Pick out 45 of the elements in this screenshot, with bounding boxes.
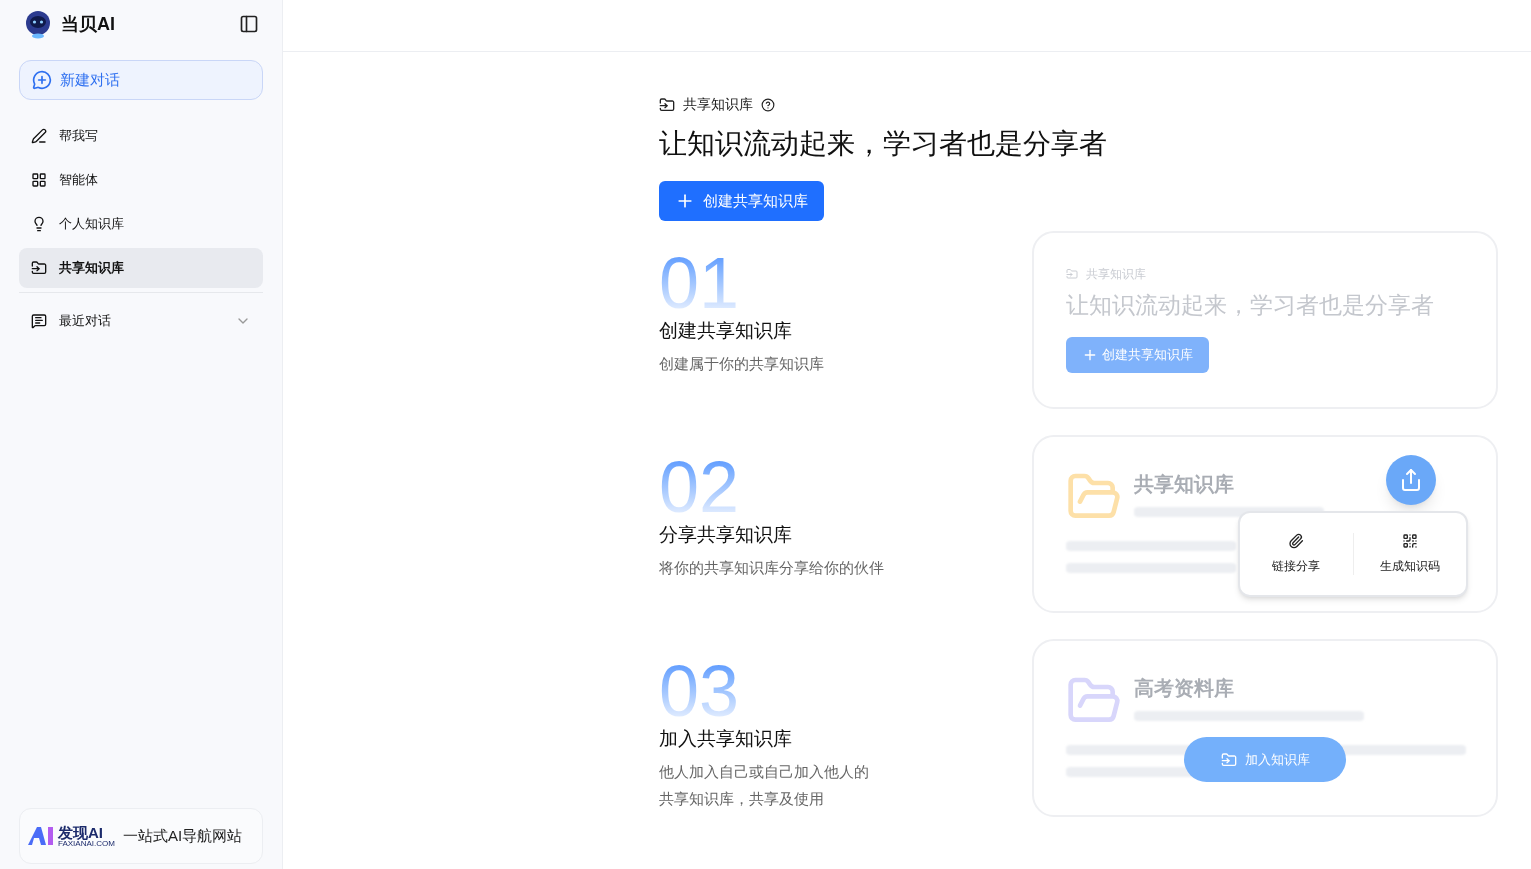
page-title: 让知识流动起来，学习者也是分享者 <box>659 127 1108 161</box>
logo-text: 当贝AI <box>61 12 115 36</box>
brand-name: 发现AI <box>58 824 104 840</box>
paperclip-icon <box>1288 533 1305 549</box>
step-title: 加入共享知识库 <box>659 726 793 751</box>
sidebar-item[interactable]: 个人知识库 <box>19 204 263 244</box>
sidebar-item[interactable]: 智能体 <box>19 160 263 200</box>
card-title: 高考资料库 <box>1134 676 1235 701</box>
sidebar-item-label: 帮我写 <box>59 127 98 146</box>
qr-code-icon <box>1401 533 1418 549</box>
share-option[interactable]: 链接分享 <box>1240 533 1353 575</box>
folder-icon <box>31 260 47 276</box>
sidebar-item[interactable]: 帮我写 <box>19 116 263 156</box>
share-option[interactable]: 生成知识码 <box>1352 533 1466 575</box>
bulb-icon <box>31 216 47 232</box>
step-description: 共享知识库，共享及使用 <box>659 788 825 809</box>
sidebar-item-label: 共享知识库 <box>59 259 124 278</box>
chat-icon <box>31 313 47 329</box>
ai-logo-icon <box>28 827 54 845</box>
pen-icon <box>31 128 47 144</box>
sidebar-item-label: 智能体 <box>59 171 98 190</box>
step-description: 创建属于你的共享知识库 <box>659 354 825 375</box>
step-description: 将你的共享知识库分享给你的伙伴 <box>659 558 885 579</box>
new-chat-button[interactable]: 新建对话 <box>19 60 263 100</box>
promo-tagline: 一站式AI导航网站 <box>122 825 243 846</box>
recent-label: 最近对话 <box>59 312 112 331</box>
create-button[interactable]: 创建共享知识库 <box>659 181 824 221</box>
step-title: 创建共享知识库 <box>659 318 793 343</box>
help-icon[interactable] <box>761 97 775 112</box>
sidebar-item-label: 个人知识库 <box>59 215 124 234</box>
folder-icon <box>659 96 675 113</box>
card-title: 让知识流动起来，学习者也是分享者 <box>1066 291 1434 320</box>
card-title: 共享知识库 <box>1134 472 1235 497</box>
step-description: 他人加入自己或自己加入他人的 <box>659 762 870 783</box>
sidebar-item[interactable]: 共享知识库 <box>19 248 263 288</box>
folder-icon <box>1220 751 1237 768</box>
step-title: 分享共享知识库 <box>659 522 793 547</box>
brand-url: FAXIANAI.COM <box>58 839 115 848</box>
recent-chats-toggle[interactable]: 最近对话 <box>19 301 263 341</box>
chat-plus-icon <box>32 70 52 90</box>
folder-icon <box>1066 268 1078 280</box>
grid-icon <box>31 172 47 188</box>
sidebar-toggle-icon[interactable] <box>239 14 259 34</box>
robot-logo-icon <box>23 9 53 39</box>
section-label: 共享知识库 <box>683 95 753 114</box>
